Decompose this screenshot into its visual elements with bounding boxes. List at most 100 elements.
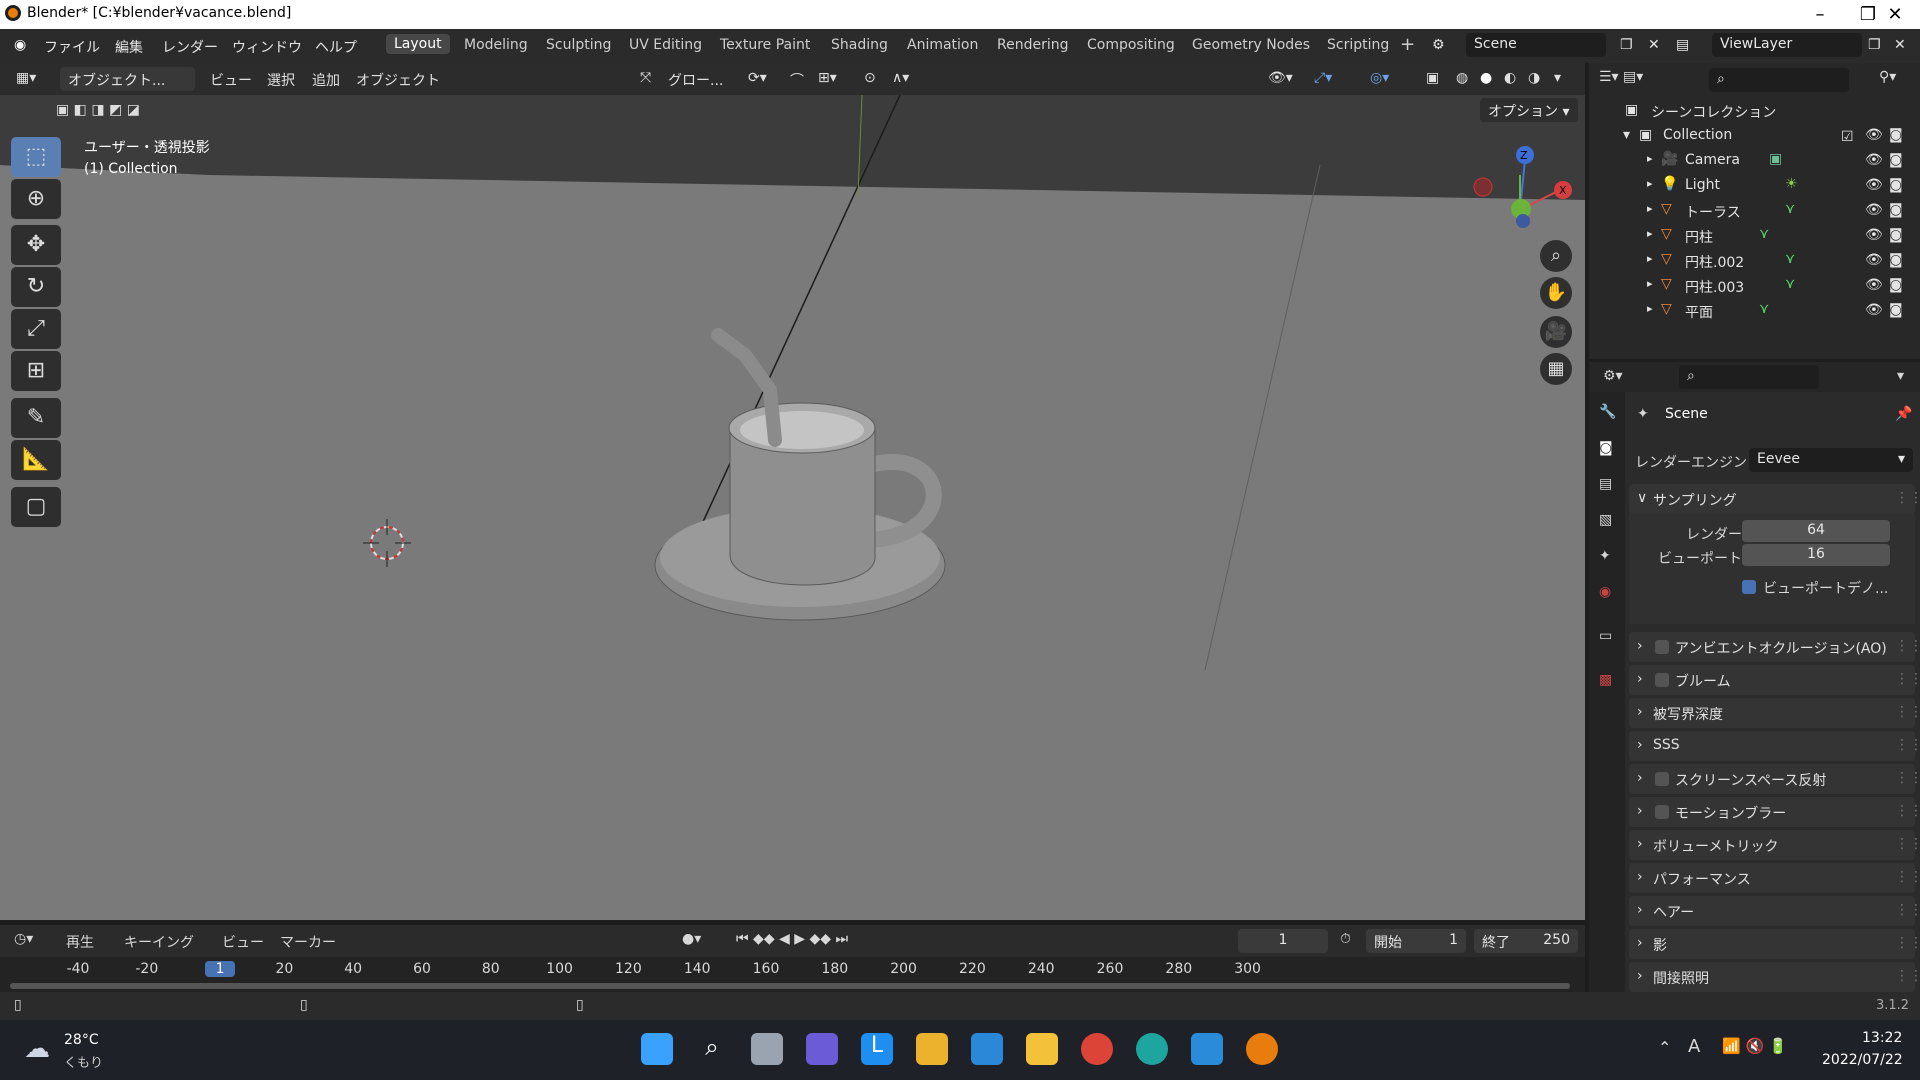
tab-modeling[interactable]: Modeling bbox=[464, 37, 528, 53]
material-shading-icon[interactable]: ◐ bbox=[1504, 70, 1516, 86]
remove-scene-icon[interactable]: ✕ bbox=[1648, 37, 1660, 53]
object-data-icon[interactable]: ☀ bbox=[1785, 176, 1798, 192]
render-tab-icon[interactable]: ◙ bbox=[1599, 440, 1613, 456]
outliner-object-row[interactable]: ▸ ▽ 円柱 ⋎ 👁 ◙ bbox=[1589, 224, 1920, 249]
transform-orientation-dropdown[interactable]: グロー... bbox=[668, 70, 723, 90]
pan-hand-icon[interactable]: ✋ bbox=[1540, 277, 1572, 309]
outliner-object-row[interactable]: ▸ 🎥 Camera ▣ 👁 ◙ bbox=[1589, 149, 1920, 174]
property-panel-header[interactable]: › SSS ⋮⋮ bbox=[1629, 731, 1920, 761]
drag-handle-icon[interactable]: ⋮⋮ bbox=[1895, 704, 1920, 720]
add-cube-tool[interactable]: ▢ bbox=[11, 487, 61, 527]
expand-arrow-icon[interactable]: ▸ bbox=[1647, 177, 1653, 190]
start-frame-field[interactable]: 開始 1 bbox=[1366, 929, 1466, 953]
tab-rendering[interactable]: Rendering bbox=[997, 37, 1069, 53]
outliner-filter-icon[interactable]: ⚲▾ bbox=[1879, 69, 1896, 85]
remove-view-layer-icon[interactable]: ✕ bbox=[1894, 37, 1906, 53]
menu-add[interactable]: 追加 bbox=[312, 70, 340, 90]
collection-tab-icon[interactable]: ▭ bbox=[1599, 628, 1612, 644]
menu-object[interactable]: オブジェクト bbox=[356, 70, 440, 90]
scene-selector-icon[interactable]: ⚙ bbox=[1432, 37, 1445, 53]
properties-editor-icon[interactable]: ⚙▾ bbox=[1603, 368, 1623, 384]
property-panel-header[interactable]: › スクリーンスペース反射 ⋮⋮ bbox=[1629, 764, 1920, 794]
ime-indicator[interactable]: A bbox=[1688, 1036, 1700, 1057]
scale-tool[interactable]: ⤢ bbox=[11, 309, 61, 349]
tray-chevron-icon[interactable]: ⌃ bbox=[1658, 1038, 1671, 1057]
object-data-icon[interactable]: ⋎ bbox=[1785, 251, 1795, 267]
panel-enable-checkbox[interactable] bbox=[1655, 805, 1669, 819]
edge-icon[interactable] bbox=[1136, 1033, 1168, 1065]
menu-select[interactable]: 選択 bbox=[267, 70, 295, 90]
properties-options-icon[interactable]: ▾ bbox=[1897, 368, 1904, 384]
blender-menu-icon[interactable]: ◉ bbox=[14, 37, 26, 53]
minimize-button[interactable]: – bbox=[1810, 4, 1830, 25]
menu-view[interactable]: ビュー bbox=[210, 70, 252, 90]
playback-controls[interactable]: ⏮ ◆◆ ◀ ▶ ◆◆ ⏭ bbox=[736, 931, 848, 947]
drag-handle-icon[interactable]: ⋮⋮ bbox=[1895, 836, 1920, 852]
property-panel-header[interactable]: › パフォーマンス ⋮⋮ bbox=[1629, 863, 1920, 893]
transform-orientation-icon[interactable]: ⤧ bbox=[640, 70, 651, 86]
panel-enable-checkbox[interactable] bbox=[1655, 673, 1669, 687]
tab-sculpting[interactable]: Sculpting bbox=[546, 37, 611, 53]
xray-icon[interactable]: ▣ bbox=[1426, 70, 1439, 86]
visibility-eye-icon[interactable]: 👁 bbox=[1865, 152, 1883, 168]
visibility-eye-icon[interactable]: 👁 bbox=[1865, 127, 1883, 143]
property-panel-header[interactable]: › ヘアー ⋮⋮ bbox=[1629, 896, 1920, 926]
ortho-grid-icon[interactable]: ▦ bbox=[1540, 353, 1572, 385]
texture-tab-icon[interactable]: ▩ bbox=[1599, 672, 1612, 688]
property-panel-header[interactable]: › アンビエントオクルージョン(AO) ⋮⋮ bbox=[1629, 632, 1920, 662]
clock-date[interactable]: 2022/07/22 bbox=[1822, 1052, 1903, 1068]
timeline-scrollbar[interactable] bbox=[10, 983, 1570, 989]
clock-time[interactable]: 13:22 bbox=[1862, 1030, 1902, 1046]
expand-arrow-icon[interactable]: ▸ bbox=[1647, 202, 1653, 215]
gizmo-icon[interactable]: ⤢▾ bbox=[1314, 70, 1332, 86]
timeline-menu-keying[interactable]: キーイング bbox=[124, 932, 194, 952]
drag-handle-icon[interactable]: ⋮⋮ bbox=[1895, 737, 1920, 753]
scene-field[interactable]: Scene bbox=[1466, 33, 1606, 57]
tab-geometry-nodes[interactable]: Geometry Nodes bbox=[1192, 37, 1310, 53]
menu-window[interactable]: ウィンドウ bbox=[232, 37, 302, 57]
outliner-object-row[interactable]: ▸ ▽ 円柱.003 ⋎ 👁 ◙ bbox=[1589, 274, 1920, 299]
l-app-icon[interactable]: L bbox=[861, 1033, 893, 1065]
object-data-icon[interactable]: ⋎ bbox=[1759, 301, 1769, 317]
drag-handle-icon[interactable]: ⋮⋮ bbox=[1895, 671, 1920, 687]
expand-arrow-icon[interactable]: ▸ bbox=[1647, 152, 1653, 165]
pin-icon[interactable]: 📌 bbox=[1895, 406, 1912, 422]
property-panel-header[interactable]: › モーションブラー ⋮⋮ bbox=[1629, 797, 1920, 827]
view-layer-field[interactable]: ViewLayer bbox=[1712, 33, 1862, 57]
menu-help[interactable]: ヘルプ bbox=[315, 37, 357, 57]
selection-mode-icons[interactable]: ▣ ◧ ◨ ◩ ◪ bbox=[56, 102, 176, 122]
file-explorer-icon[interactable] bbox=[1026, 1033, 1058, 1065]
expand-arrow-icon[interactable]: ▸ bbox=[1647, 252, 1653, 265]
options-dropdown[interactable]: オプション ▾ bbox=[1480, 98, 1578, 122]
measure-tool[interactable]: 📐 bbox=[11, 440, 61, 480]
tab-scripting[interactable]: Scripting bbox=[1327, 37, 1389, 53]
drag-handle-icon[interactable]: ⋮⋮ bbox=[1895, 968, 1920, 984]
view-layer-tab-icon[interactable]: ▧ bbox=[1599, 512, 1612, 528]
render-camera-icon[interactable]: ◙ bbox=[1889, 152, 1903, 168]
drag-handle-icon[interactable]: ⋮⋮ bbox=[1895, 803, 1920, 819]
new-view-layer-icon[interactable]: ❐ bbox=[1868, 37, 1881, 53]
outliner-collection-row[interactable]: ▾ ▣ Collection ☑ 👁 ◙ bbox=[1589, 124, 1920, 149]
move-tool[interactable]: ✥ bbox=[11, 225, 61, 265]
properties-search-input[interactable]: ⌕ bbox=[1679, 365, 1819, 389]
property-panel-header[interactable]: › 被写界深度 ⋮⋮ bbox=[1629, 698, 1920, 728]
outliner-object-row[interactable]: ▸ ▽ 円柱.002 ⋎ 👁 ◙ bbox=[1589, 249, 1920, 274]
close-button[interactable]: ✕ bbox=[1885, 4, 1905, 25]
render-camera-icon[interactable]: ◙ bbox=[1889, 252, 1903, 268]
new-scene-icon[interactable]: ❐ bbox=[1620, 37, 1633, 53]
drag-handle-icon[interactable]: ⋮⋮ bbox=[1895, 935, 1920, 951]
visibility-icon[interactable]: 👁▾ bbox=[1268, 70, 1293, 86]
solid-shading-icon[interactable]: ● bbox=[1480, 70, 1492, 86]
object-data-icon[interactable]: ▣ bbox=[1769, 151, 1782, 167]
task-view-icon[interactable] bbox=[751, 1033, 783, 1065]
rotate-tool[interactable]: ↻ bbox=[11, 267, 61, 307]
object-data-icon[interactable]: ⋎ bbox=[1759, 226, 1769, 242]
render-samples-field[interactable]: 64 bbox=[1742, 520, 1890, 542]
render-camera-icon[interactable]: ◙ bbox=[1889, 202, 1903, 218]
property-panel-header[interactable]: › ボリューメトリック ⋮⋮ bbox=[1629, 830, 1920, 860]
annotate-tool[interactable]: ✎ bbox=[11, 398, 61, 438]
tab-shading[interactable]: Shading bbox=[831, 37, 888, 53]
scene-tab-icon[interactable]: ✦ bbox=[1599, 548, 1611, 564]
outliner-scene-collection[interactable]: ▣ シーンコレクション bbox=[1589, 99, 1920, 124]
timeline-editor-icon[interactable]: ◷▾ bbox=[14, 931, 33, 947]
